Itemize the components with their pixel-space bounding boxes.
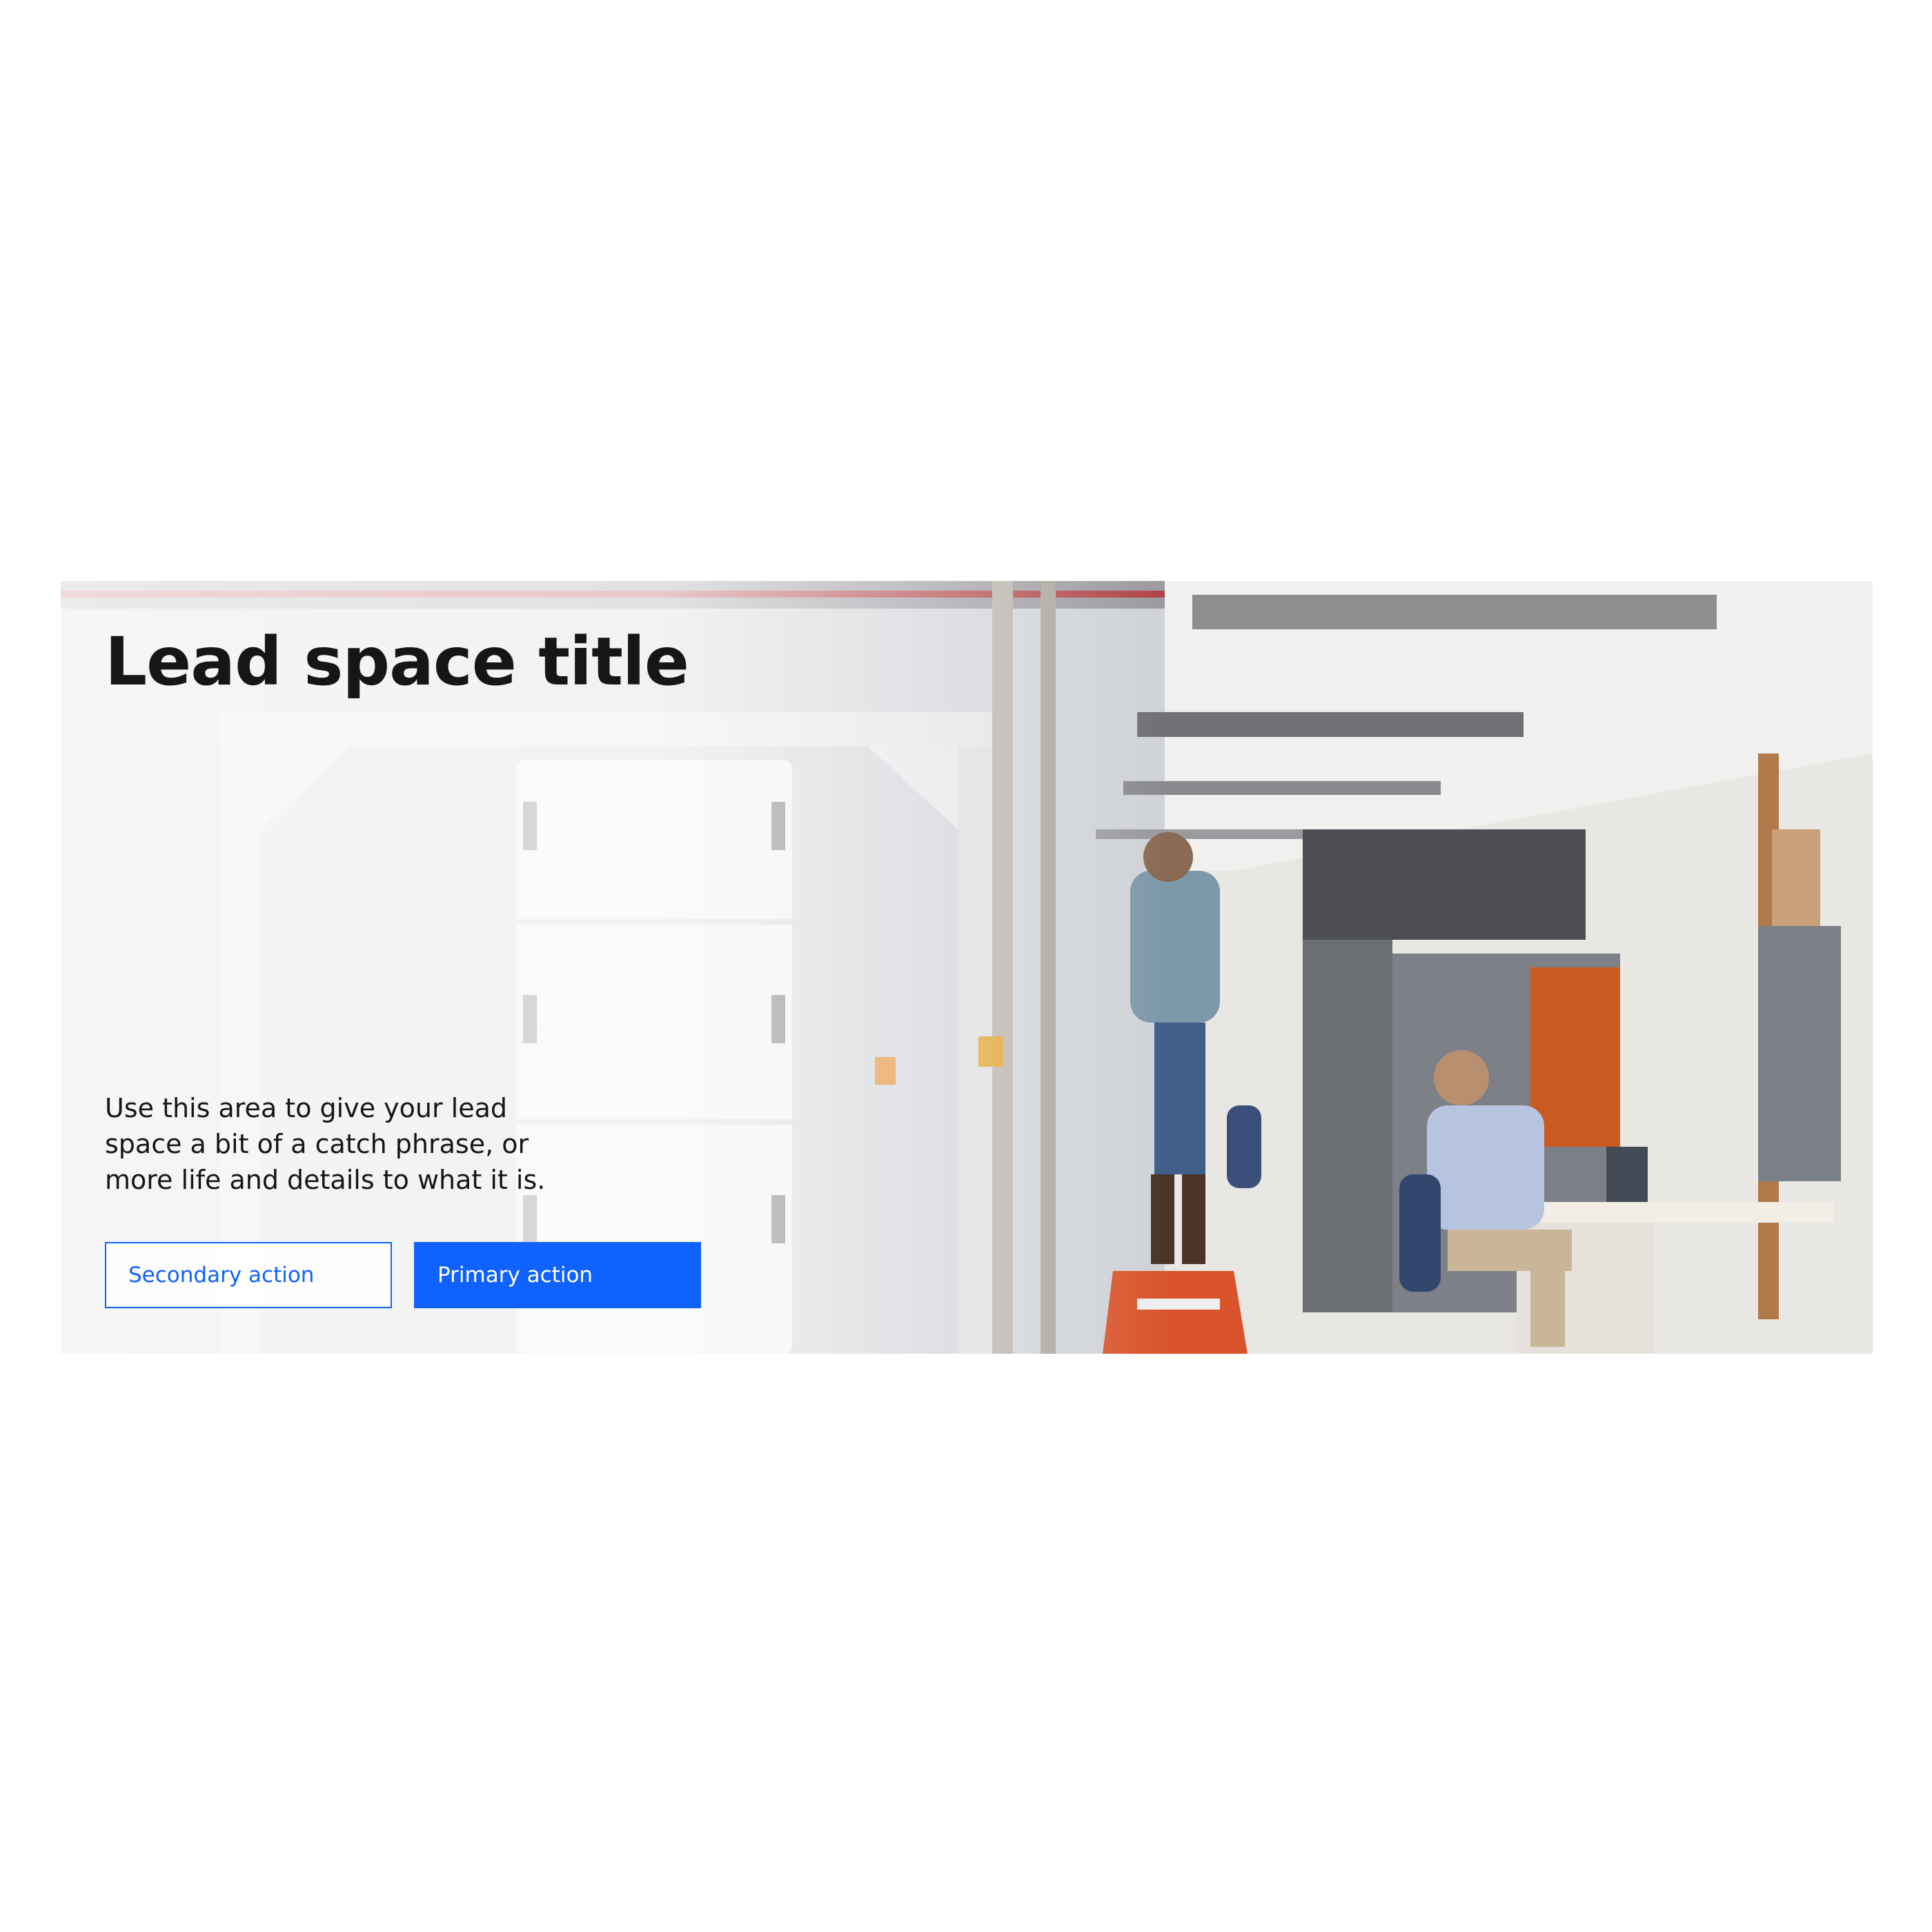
lead-space-title: Lead space title [105,623,689,700]
cta-group: Secondary action Primary action [105,1242,701,1308]
lead-space-copy: Use this area to give your lead space a … [105,1093,546,1195]
primary-action-button[interactable]: Primary action [414,1242,701,1308]
secondary-action-button[interactable]: Secondary action [105,1242,392,1308]
lead-space: Lead space title Use this area to give y… [61,581,1873,1354]
